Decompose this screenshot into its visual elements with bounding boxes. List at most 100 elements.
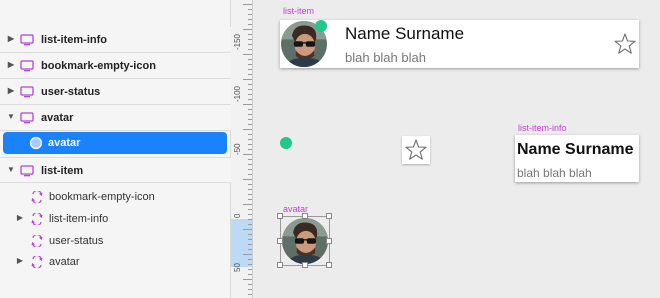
vertical-ruler[interactable]: -150 -100 -50 0 50 (231, 0, 253, 298)
layer-row-avatar-selected[interactable]: avatar (3, 132, 227, 154)
ruler-tick (243, 154, 252, 155)
oval-icon (29, 136, 43, 150)
ruler-tick (248, 184, 252, 185)
bookmark-empty-icon-artboard[interactable] (402, 136, 430, 164)
ruler-tick (248, 99, 252, 100)
star-icon (404, 138, 428, 162)
monitor-icon (20, 112, 34, 124)
ruler-tick (248, 244, 252, 245)
star-icon[interactable] (613, 32, 637, 56)
ruler-tick (248, 114, 252, 115)
ruler-label: -50 (233, 143, 242, 155)
resize-handle[interactable] (277, 262, 283, 268)
ruler-tick (248, 234, 252, 235)
disclosure-triangle-icon[interactable]: ▶ (6, 60, 16, 69)
ruler-tick (248, 39, 252, 40)
layer-label: list-item (41, 165, 84, 177)
resize-handle[interactable] (302, 262, 308, 268)
resize-handle[interactable] (326, 238, 332, 244)
resize-handle[interactable] (277, 238, 283, 244)
ruler-label: 0 (233, 213, 242, 218)
ruler-label: -100 (233, 85, 242, 102)
layer-row-user-status[interactable]: ▶ user-status (0, 79, 231, 105)
ruler-tick (248, 64, 252, 65)
ruler-label: 50 (233, 263, 242, 272)
disclosure-triangle-icon[interactable]: ▶ (15, 256, 25, 265)
layer-row-list-item-info-instance[interactable]: ▶ list-item-info (0, 208, 231, 230)
layer-label: avatar (49, 256, 80, 268)
resize-handle[interactable] (302, 213, 308, 219)
symbol-instance-icon (30, 213, 44, 225)
symbol-instance-icon (30, 235, 44, 247)
ruler-tick (248, 89, 252, 90)
list-item-card[interactable]: Name Surname blah blah blah (280, 20, 639, 68)
ruler-tick (248, 14, 252, 15)
monitor-icon (20, 165, 34, 177)
ruler-tick (243, 204, 252, 205)
ruler-tick (248, 259, 252, 260)
ruler-tick (248, 24, 252, 25)
ruler-tick (248, 144, 252, 145)
ruler-tick (248, 294, 252, 295)
layer-label: avatar (48, 137, 81, 149)
avatar-image (282, 218, 328, 264)
disclosure-triangle-expanded-icon[interactable]: ▼ (6, 112, 16, 121)
resize-handle[interactable] (277, 213, 283, 219)
ruler-tick (248, 274, 252, 275)
user-status-dot (315, 20, 327, 32)
ruler-tick (248, 84, 252, 85)
ruler-tick (243, 4, 252, 5)
layer-label: user-status (49, 235, 104, 247)
disclosure-triangle-icon[interactable]: ▶ (6, 86, 16, 95)
ruler-tick (243, 254, 252, 255)
layer-row-list-item-info[interactable]: ▶ list-item-info (0, 27, 231, 53)
ruler-tick (243, 279, 252, 280)
ruler-tick (248, 214, 252, 215)
layer-row-avatar-group[interactable]: ▼ avatar (0, 105, 231, 131)
layer-row-user-status-instance[interactable]: user-status (0, 230, 231, 252)
ruler-tick (248, 199, 252, 200)
disclosure-triangle-icon[interactable]: ▶ (15, 213, 25, 222)
ruler-tick (248, 194, 252, 195)
ruler-label: -150 (233, 33, 242, 50)
disclosure-triangle-icon[interactable]: ▶ (6, 34, 16, 43)
monitor-icon (20, 34, 34, 46)
canvas[interactable]: list-item Name Surname blah blah blah li… (253, 0, 660, 298)
layer-label: avatar (41, 112, 74, 124)
layer-label: bookmark-empty-icon (49, 191, 155, 203)
layer-row-avatar-instance[interactable]: ▶ avatar (0, 251, 231, 273)
ruler-tick (248, 44, 252, 45)
resize-handle[interactable] (326, 213, 332, 219)
monitor-icon (20, 60, 34, 72)
artboard-label-list-item[interactable]: list-item (283, 6, 314, 16)
artboard-label-list-item-info[interactable]: list-item-info (518, 123, 567, 133)
disclosure-triangle-expanded-icon[interactable]: ▼ (6, 165, 16, 174)
ruler-tick (248, 169, 252, 170)
ruler-tick (248, 94, 252, 95)
resize-handle[interactable] (326, 262, 332, 268)
ruler-tick (248, 269, 252, 270)
info-status: blah blah blah (517, 166, 592, 180)
list-item-info-card[interactable]: Name Surname blah blah blah (515, 135, 639, 182)
ruler-tick (248, 239, 252, 240)
card-status: blah blah blah (345, 50, 426, 65)
layer-row-bookmark-empty-icon[interactable]: ▶ bookmark-empty-icon (0, 53, 231, 79)
ruler-tick (243, 104, 252, 105)
ruler-tick (243, 29, 252, 30)
ruler-tick (248, 49, 252, 50)
ruler-tick (248, 19, 252, 20)
ruler-tick (248, 59, 252, 60)
ruler-tick (248, 124, 252, 125)
ruler-tick (248, 9, 252, 10)
ruler-tick (248, 249, 252, 250)
ruler-tick (248, 149, 252, 150)
layer-row-bookmark-empty-icon-instance[interactable]: bookmark-empty-icon (0, 186, 231, 208)
monitor-icon (20, 86, 34, 98)
user-status-dot-artboard[interactable] (280, 137, 292, 149)
ruler-tick (248, 34, 252, 35)
ruler-tick (248, 219, 252, 220)
symbol-instance-icon (30, 191, 44, 203)
avatar-selection-frame[interactable] (277, 213, 332, 268)
layer-row-list-item-group[interactable]: ▼ list-item (0, 157, 231, 183)
ruler-tick (248, 164, 252, 165)
